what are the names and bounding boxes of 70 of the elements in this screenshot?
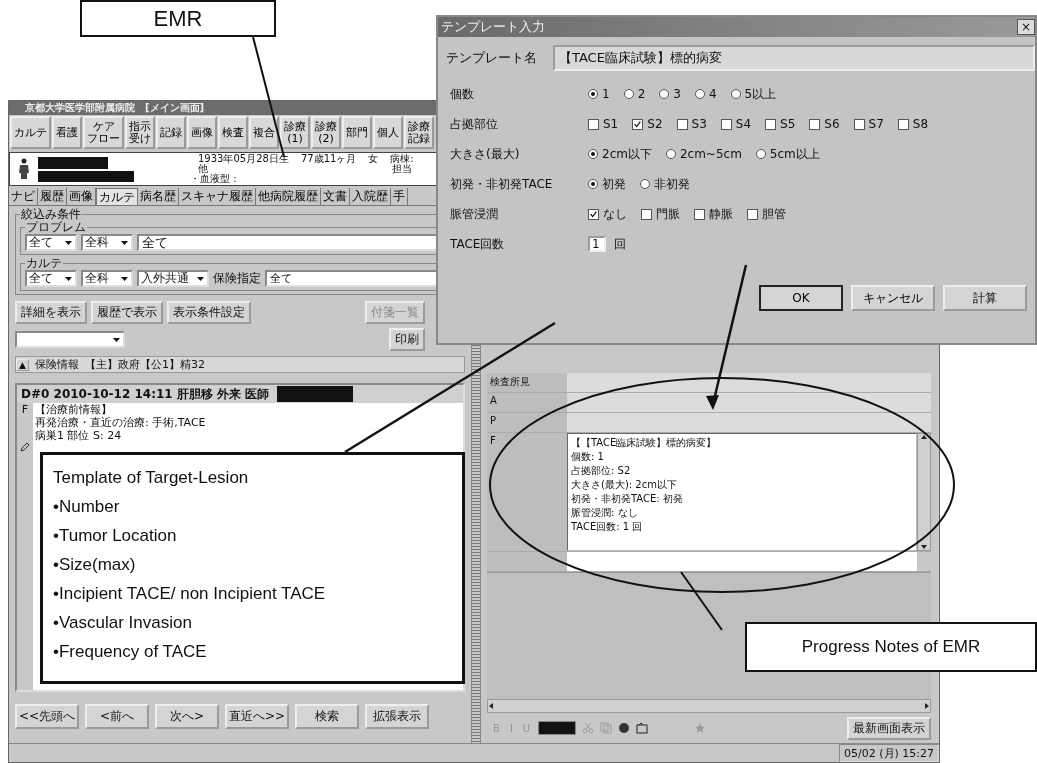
insurance-value: 【主】政府【公1】精32 <box>84 357 205 372</box>
patient-age: 77歳11ヶ月 <box>300 154 357 164</box>
option-label: S6 <box>824 117 840 131</box>
callout-item: •Number <box>53 496 121 518</box>
callout-item: •Size(max) <box>53 554 137 576</box>
callout-item: •Vascular Invasion <box>53 612 193 634</box>
callout-label: Progress Notes of EMR <box>745 622 1037 672</box>
field-label: 個数 <box>450 85 475 103</box>
field-label: 脈管浸潤 <box>450 205 499 223</box>
callout-item: •Frequency of TACE <box>53 641 208 663</box>
field-label: 大きさ(最大) <box>450 145 521 163</box>
option-label: S8 <box>912 117 929 131</box>
callout-title: Template of Target-Lesion <box>53 467 250 489</box>
insurance-label: 保険情報 <box>34 357 79 372</box>
option-label: S2 <box>647 117 663 131</box>
patient-sex: 女 <box>368 154 379 164</box>
row-label: A <box>487 393 567 412</box>
field-label: 保険指定 <box>213 270 261 287</box>
callout-item: •Tumor Location <box>53 525 178 547</box>
callout-item: •Incipient TACE/ non Incipient TACE <box>53 583 327 605</box>
option-label: S4 <box>735 117 752 131</box>
option-label: 3 <box>673 87 681 101</box>
dialog-title: テンプレート入力 <box>441 18 545 36</box>
option-label: S5 <box>780 117 796 131</box>
row-label: F <box>487 433 567 551</box>
record-line: 病巣1 部位 S: 24 <box>35 429 123 442</box>
option-label: 1 <box>602 87 610 101</box>
record-line: 【治療前情報】 <box>35 403 113 416</box>
ward-label: 病棟: <box>390 154 414 164</box>
note-line: 占拠部位: S2 <box>571 464 632 478</box>
record-title: D#0 2010-10-12 14:11 肝胆移 外来 医師 <box>21 385 270 403</box>
note-line: 【【TACE臨床試験】標的病変】 <box>571 436 718 450</box>
record-line: 再発治療・直近の治療: 手術,TACE <box>35 416 207 429</box>
field-label: 初発・非初発TACE <box>450 175 554 193</box>
option-label: 初発 <box>602 175 626 193</box>
option-label: 4 <box>708 87 717 101</box>
field-label: テンプレート名 <box>446 49 537 67</box>
option-label: 静脈 <box>709 205 733 223</box>
option-label: 門脈 <box>656 205 680 223</box>
status-time: 05/02 (月) 15:27 <box>839 744 939 762</box>
row-label: 検査所見 <box>487 373 567 392</box>
option-label: S3 <box>691 117 707 131</box>
option-label: 2cm以下 <box>602 145 652 163</box>
option-label: 胆管 <box>762 205 786 223</box>
other-label: 他 <box>198 164 208 174</box>
note-line: 大きさ(最大): 2cm以下 <box>571 478 678 492</box>
blood-type-label: ・血液型 : <box>190 174 237 184</box>
unit-label: 回 <box>614 235 626 253</box>
note-line: TACE回数: 1 回 <box>571 520 644 534</box>
option-label: なし <box>603 205 627 223</box>
note-line: 脈管浸潤: なし <box>571 506 639 520</box>
callout-label: EMR <box>80 0 276 37</box>
field-label: 占拠部位 <box>450 115 499 133</box>
option-label: 5cm以上 <box>769 145 820 163</box>
window-title: 京都大学医学部附属病院 <box>25 101 135 115</box>
staff-label: 担当 <box>392 164 412 174</box>
option-label: S7 <box>868 117 884 131</box>
option-label: 2cm~5cm <box>679 147 742 161</box>
option-label: 5以上 <box>744 85 777 103</box>
group-legend: カルテ <box>25 257 63 270</box>
row-label: P <box>487 413 567 432</box>
option-label: 2 <box>637 87 646 101</box>
group-legend: プロブレム <box>25 221 87 234</box>
note-line: 初発・非初発TACE: 初発 <box>571 492 684 506</box>
window-subtitle: [メイン画面] <box>145 101 205 115</box>
group-legend: 絞込み条件 <box>20 208 82 221</box>
section-label: F <box>21 403 29 416</box>
option-label: 非初発 <box>654 175 690 193</box>
option-label: S1 <box>603 117 619 131</box>
note-line: 個数: 1 <box>571 450 605 464</box>
